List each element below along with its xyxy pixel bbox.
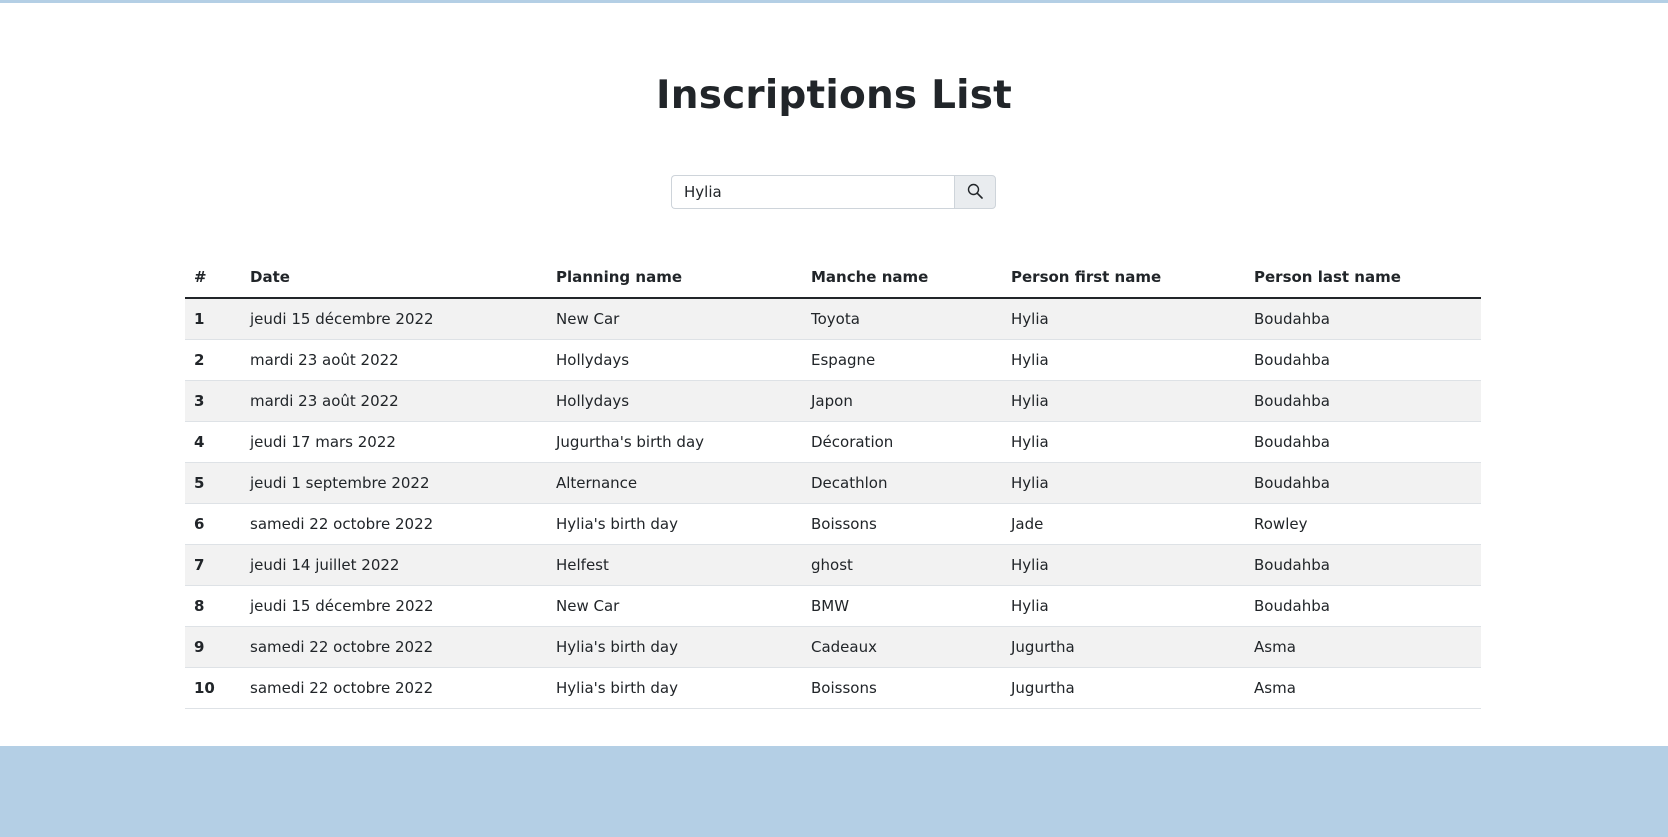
cell-index: 3: [185, 380, 241, 422]
cell-planning-name: Jugurtha's birth day: [547, 421, 802, 463]
cell-person-last-name: Asma: [1245, 667, 1481, 709]
cell-planning-name: Hylia's birth day: [547, 667, 802, 709]
cell-planning-name: Hylia's birth day: [547, 503, 802, 545]
table-row[interactable]: 9 samedi 22 octobre 2022 Hylia's birth day…: [185, 626, 1481, 668]
cell-manche-name: Toyota: [802, 298, 1002, 340]
cell-person-first-name: Jade: [1002, 503, 1245, 545]
cell-manche-name: BMW: [802, 585, 1002, 627]
table-row[interactable]: 4 jeudi 17 mars 2022 Jugurtha's birth day D…: [185, 421, 1481, 463]
footer-band: [0, 746, 1668, 837]
cell-person-last-name: Boudahba: [1245, 380, 1481, 422]
page-title: Inscriptions List: [656, 73, 1012, 118]
cell-date: samedi 22 octobre 2022: [241, 503, 547, 545]
cell-person-last-name: Boudahba: [1245, 544, 1481, 586]
table-row[interactable]: 6 samedi 22 octobre 2022 Hylia's birth day…: [185, 503, 1481, 545]
cell-date: samedi 22 octobre 2022: [241, 667, 547, 709]
cell-person-first-name: Hylia: [1002, 544, 1245, 586]
cell-manche-name: ghost: [802, 544, 1002, 586]
column-header-person-first-name[interactable]: Person first name: [1002, 257, 1245, 299]
cell-index: 5: [185, 462, 241, 504]
cell-planning-name: Hylia's birth day: [547, 626, 802, 668]
cell-person-first-name: Hylia: [1002, 298, 1245, 340]
cell-person-last-name: Boudahba: [1245, 421, 1481, 463]
cell-date: jeudi 17 mars 2022: [241, 421, 547, 463]
cell-date: mardi 23 août 2022: [241, 380, 547, 422]
inscriptions-table-container: # Date Planning name Manche name Person …: [185, 257, 1481, 709]
search-input[interactable]: [671, 175, 954, 209]
column-header-person-last-name[interactable]: Person last name: [1245, 257, 1481, 299]
cell-person-first-name: Hylia: [1002, 421, 1245, 463]
cell-person-first-name: Hylia: [1002, 380, 1245, 422]
cell-index: 2: [185, 339, 241, 381]
table-header-row: # Date Planning name Manche name Person …: [185, 257, 1481, 299]
search-bar: [671, 175, 996, 209]
table-row[interactable]: 5 jeudi 1 septembre 2022 Alternance Decathl…: [185, 462, 1481, 504]
column-header-date[interactable]: Date: [241, 257, 547, 299]
cell-person-last-name: Rowley: [1245, 503, 1481, 545]
cell-planning-name: Hollydays: [547, 339, 802, 381]
table-body: 1 jeudi 15 décembre 2022 New Car Toyota Hyli…: [185, 298, 1481, 709]
search-icon: [967, 183, 983, 202]
table-row[interactable]: 3 mardi 23 août 2022 Hollydays Japon Hylia Bo…: [185, 380, 1481, 422]
cell-date: samedi 22 octobre 2022: [241, 626, 547, 668]
cell-planning-name: Hollydays: [547, 380, 802, 422]
cell-planning-name: Helfest: [547, 544, 802, 586]
cell-person-first-name: Hylia: [1002, 339, 1245, 381]
table-row[interactable]: 10 samedi 22 octobre 2022 Hylia's birth da…: [185, 667, 1481, 709]
table-header: # Date Planning name Manche name Person …: [185, 257, 1481, 299]
cell-planning-name: Alternance: [547, 462, 802, 504]
cell-manche-name: Espagne: [802, 339, 1002, 381]
cell-manche-name: Decathlon: [802, 462, 1002, 504]
cell-manche-name: Boissons: [802, 503, 1002, 545]
cell-date: jeudi 1 septembre 2022: [241, 462, 547, 504]
cell-person-first-name: Jugurtha: [1002, 626, 1245, 668]
table-row[interactable]: 7 jeudi 14 juillet 2022 Helfest ghost Hylia B…: [185, 544, 1481, 586]
cell-date: jeudi 15 décembre 2022: [241, 585, 547, 627]
column-header-index[interactable]: #: [185, 257, 241, 299]
cell-index: 7: [185, 544, 241, 586]
search-button[interactable]: [954, 175, 996, 209]
cell-person-first-name: Jugurtha: [1002, 667, 1245, 709]
cell-date: mardi 23 août 2022: [241, 339, 547, 381]
cell-index: 4: [185, 421, 241, 463]
cell-manche-name: Japon: [802, 380, 1002, 422]
cell-person-last-name: Boudahba: [1245, 462, 1481, 504]
cell-manche-name: Cadeaux: [802, 626, 1002, 668]
cell-index: 9: [185, 626, 241, 668]
cell-person-first-name: Hylia: [1002, 585, 1245, 627]
cell-person-last-name: Asma: [1245, 626, 1481, 668]
cell-planning-name: New Car: [547, 298, 802, 340]
cell-person-last-name: Boudahba: [1245, 339, 1481, 381]
cell-index: 6: [185, 503, 241, 545]
top-strip: [0, 0, 1668, 3]
cell-manche-name: Boissons: [802, 667, 1002, 709]
cell-person-last-name: Boudahba: [1245, 585, 1481, 627]
cell-planning-name: New Car: [547, 585, 802, 627]
cell-index: 1: [185, 298, 241, 340]
cell-date: jeudi 14 juillet 2022: [241, 544, 547, 586]
table-row[interactable]: 2 mardi 23 août 2022 Hollydays Espagne Hylia…: [185, 339, 1481, 381]
cell-person-first-name: Hylia: [1002, 462, 1245, 504]
cell-index: 10: [185, 667, 241, 709]
column-header-manche-name[interactable]: Manche name: [802, 257, 1002, 299]
column-header-planning-name[interactable]: Planning name: [547, 257, 802, 299]
cell-index: 8: [185, 585, 241, 627]
table-row[interactable]: 1 jeudi 15 décembre 2022 New Car Toyota Hyli…: [185, 298, 1481, 340]
cell-manche-name: Décoration: [802, 421, 1002, 463]
cell-date: jeudi 15 décembre 2022: [241, 298, 547, 340]
cell-person-last-name: Boudahba: [1245, 298, 1481, 340]
table-row[interactable]: 8 jeudi 15 décembre 2022 New Car BMW Hylia Bo…: [185, 585, 1481, 627]
inscriptions-table: # Date Planning name Manche name Person …: [185, 257, 1481, 709]
